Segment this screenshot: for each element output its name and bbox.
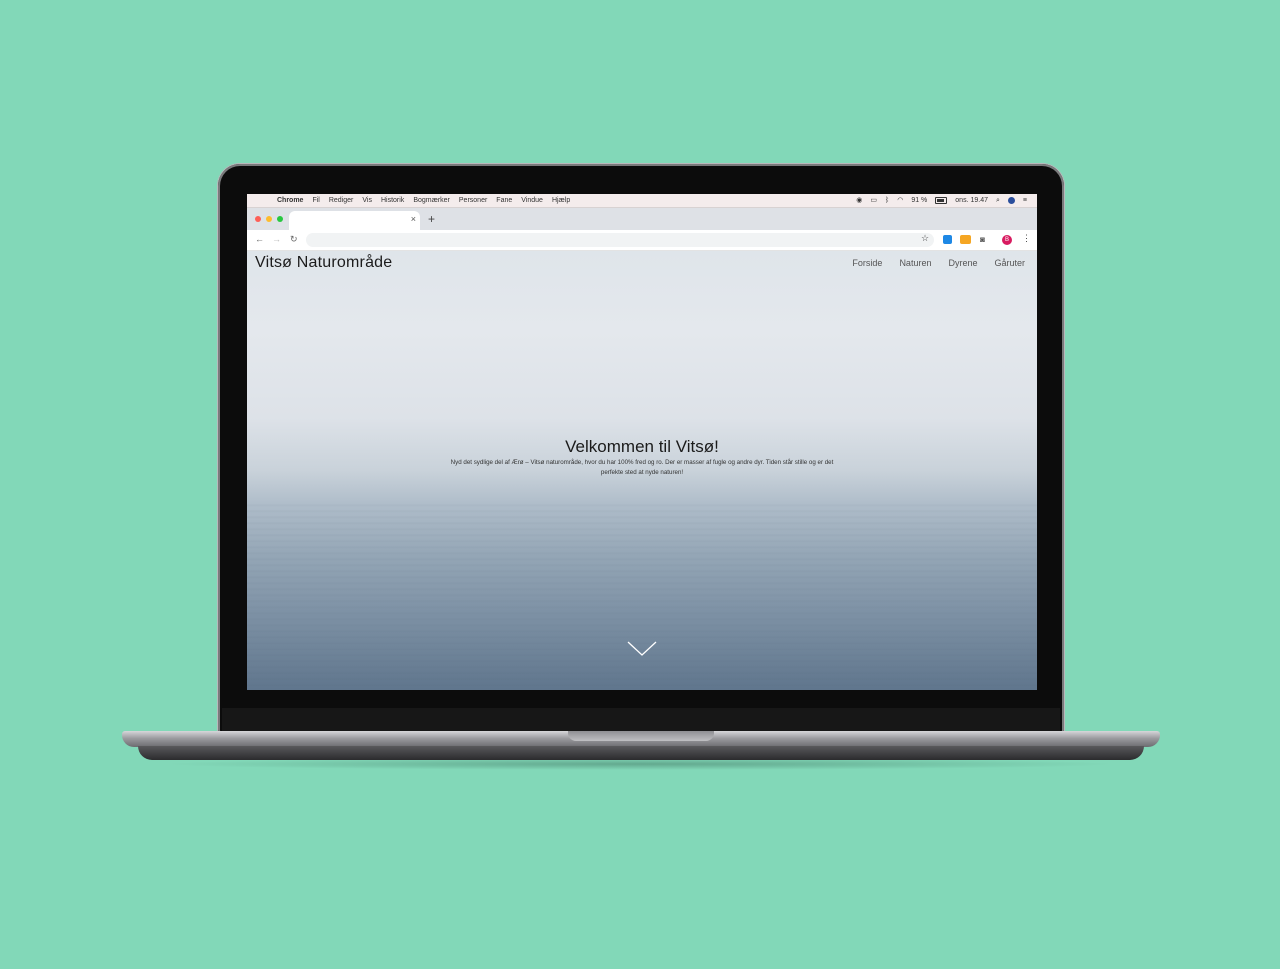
tab-close-icon[interactable]: × [411,214,416,224]
window-minimize-button[interactable] [266,216,272,222]
website-viewport: Vitsø Naturområde Forside Naturen Dyrene… [247,251,1037,690]
creative-cloud-icon[interactable]: ◉ [856,194,862,207]
laptop-base-bottom [138,746,1144,760]
hero-text: Nyd det sydlige del af Ærø – Vitsø natur… [450,459,834,476]
nav-link-dyrene[interactable]: Dyrene [948,258,977,268]
browser-tab-active[interactable]: × [289,211,420,230]
menu-fane[interactable]: Fane [496,197,512,204]
mockup-stage: Chrome Fil Rediger Vis Historik Bogmærke… [0,0,1280,969]
laptop-chin [222,708,1060,732]
menu-app-name[interactable]: Chrome [277,197,303,204]
bluetooth-icon[interactable]: ᛒ [885,194,889,207]
nav-link-garuter[interactable]: Gåruter [994,258,1025,268]
spotlight-search-icon[interactable]: ⌕ [996,194,1000,207]
browser-tabstrip: × + [247,208,1037,230]
notification-center-icon[interactable]: ≡ [1023,194,1027,207]
extension-icon-coupon[interactable] [960,235,971,244]
menubar-status-area: ◉ ▭ ᛒ ◠ 91 % ons. 19.47 ⌕ ≡ [856,194,1027,207]
wifi-icon[interactable]: ◠ [897,194,903,207]
airplay-icon[interactable]: ▭ [870,194,877,207]
laptop-screen: Chrome Fil Rediger Vis Historik Bogmærke… [247,194,1037,690]
window-zoom-button[interactable] [277,216,283,222]
menu-hjaelp[interactable]: Hjælp [552,197,570,204]
reload-button[interactable]: ↻ [290,234,298,245]
battery-percent: 91 % [911,197,928,204]
back-button[interactable]: ← [255,234,264,244]
menu-vis[interactable]: Vis [362,197,372,204]
battery-icon[interactable] [935,197,948,204]
scroll-down-chevron-icon[interactable] [627,641,657,657]
menu-rediger[interactable]: Rediger [329,197,354,204]
nav-link-naturen[interactable]: Naturen [899,258,931,268]
laptop-notch [568,731,714,741]
user-avatar-icon[interactable] [1007,197,1015,204]
nav-link-forside[interactable]: Forside [852,258,882,268]
browser-menu-icon[interactable]: ⋮ [1022,233,1031,244]
site-logo[interactable]: Vitsø Naturområde [255,254,392,272]
camera-extension-icon[interactable]: ◙ [978,235,987,244]
menu-vindue[interactable]: Vindue [521,197,543,204]
menu-fil[interactable]: Fil [312,197,319,204]
menu-bogmaerker[interactable]: Bogmærker [413,197,450,204]
bookmark-star-icon[interactable]: ☆ [921,233,929,244]
window-close-button[interactable] [255,216,261,222]
site-nav: Forside Naturen Dyrene Gåruter [852,258,1025,268]
new-tab-button[interactable]: + [428,212,435,226]
address-bar[interactable] [306,233,934,247]
extension-icon-blue[interactable] [943,235,952,244]
profile-avatar-button[interactable]: B [1002,235,1012,245]
hero-title: Velkommen til Vitsø! [565,437,719,456]
menu-historik[interactable]: Historik [381,197,404,204]
menu-personer[interactable]: Personer [459,197,487,204]
browser-toolbar: ← → ↻ ☆ ◙ B ⋮ [247,230,1037,251]
menubar-clock[interactable]: ons. 19.47 [955,194,988,207]
forward-button[interactable]: → [272,234,281,244]
macos-menubar: Chrome Fil Rediger Vis Historik Bogmærke… [247,194,1037,208]
